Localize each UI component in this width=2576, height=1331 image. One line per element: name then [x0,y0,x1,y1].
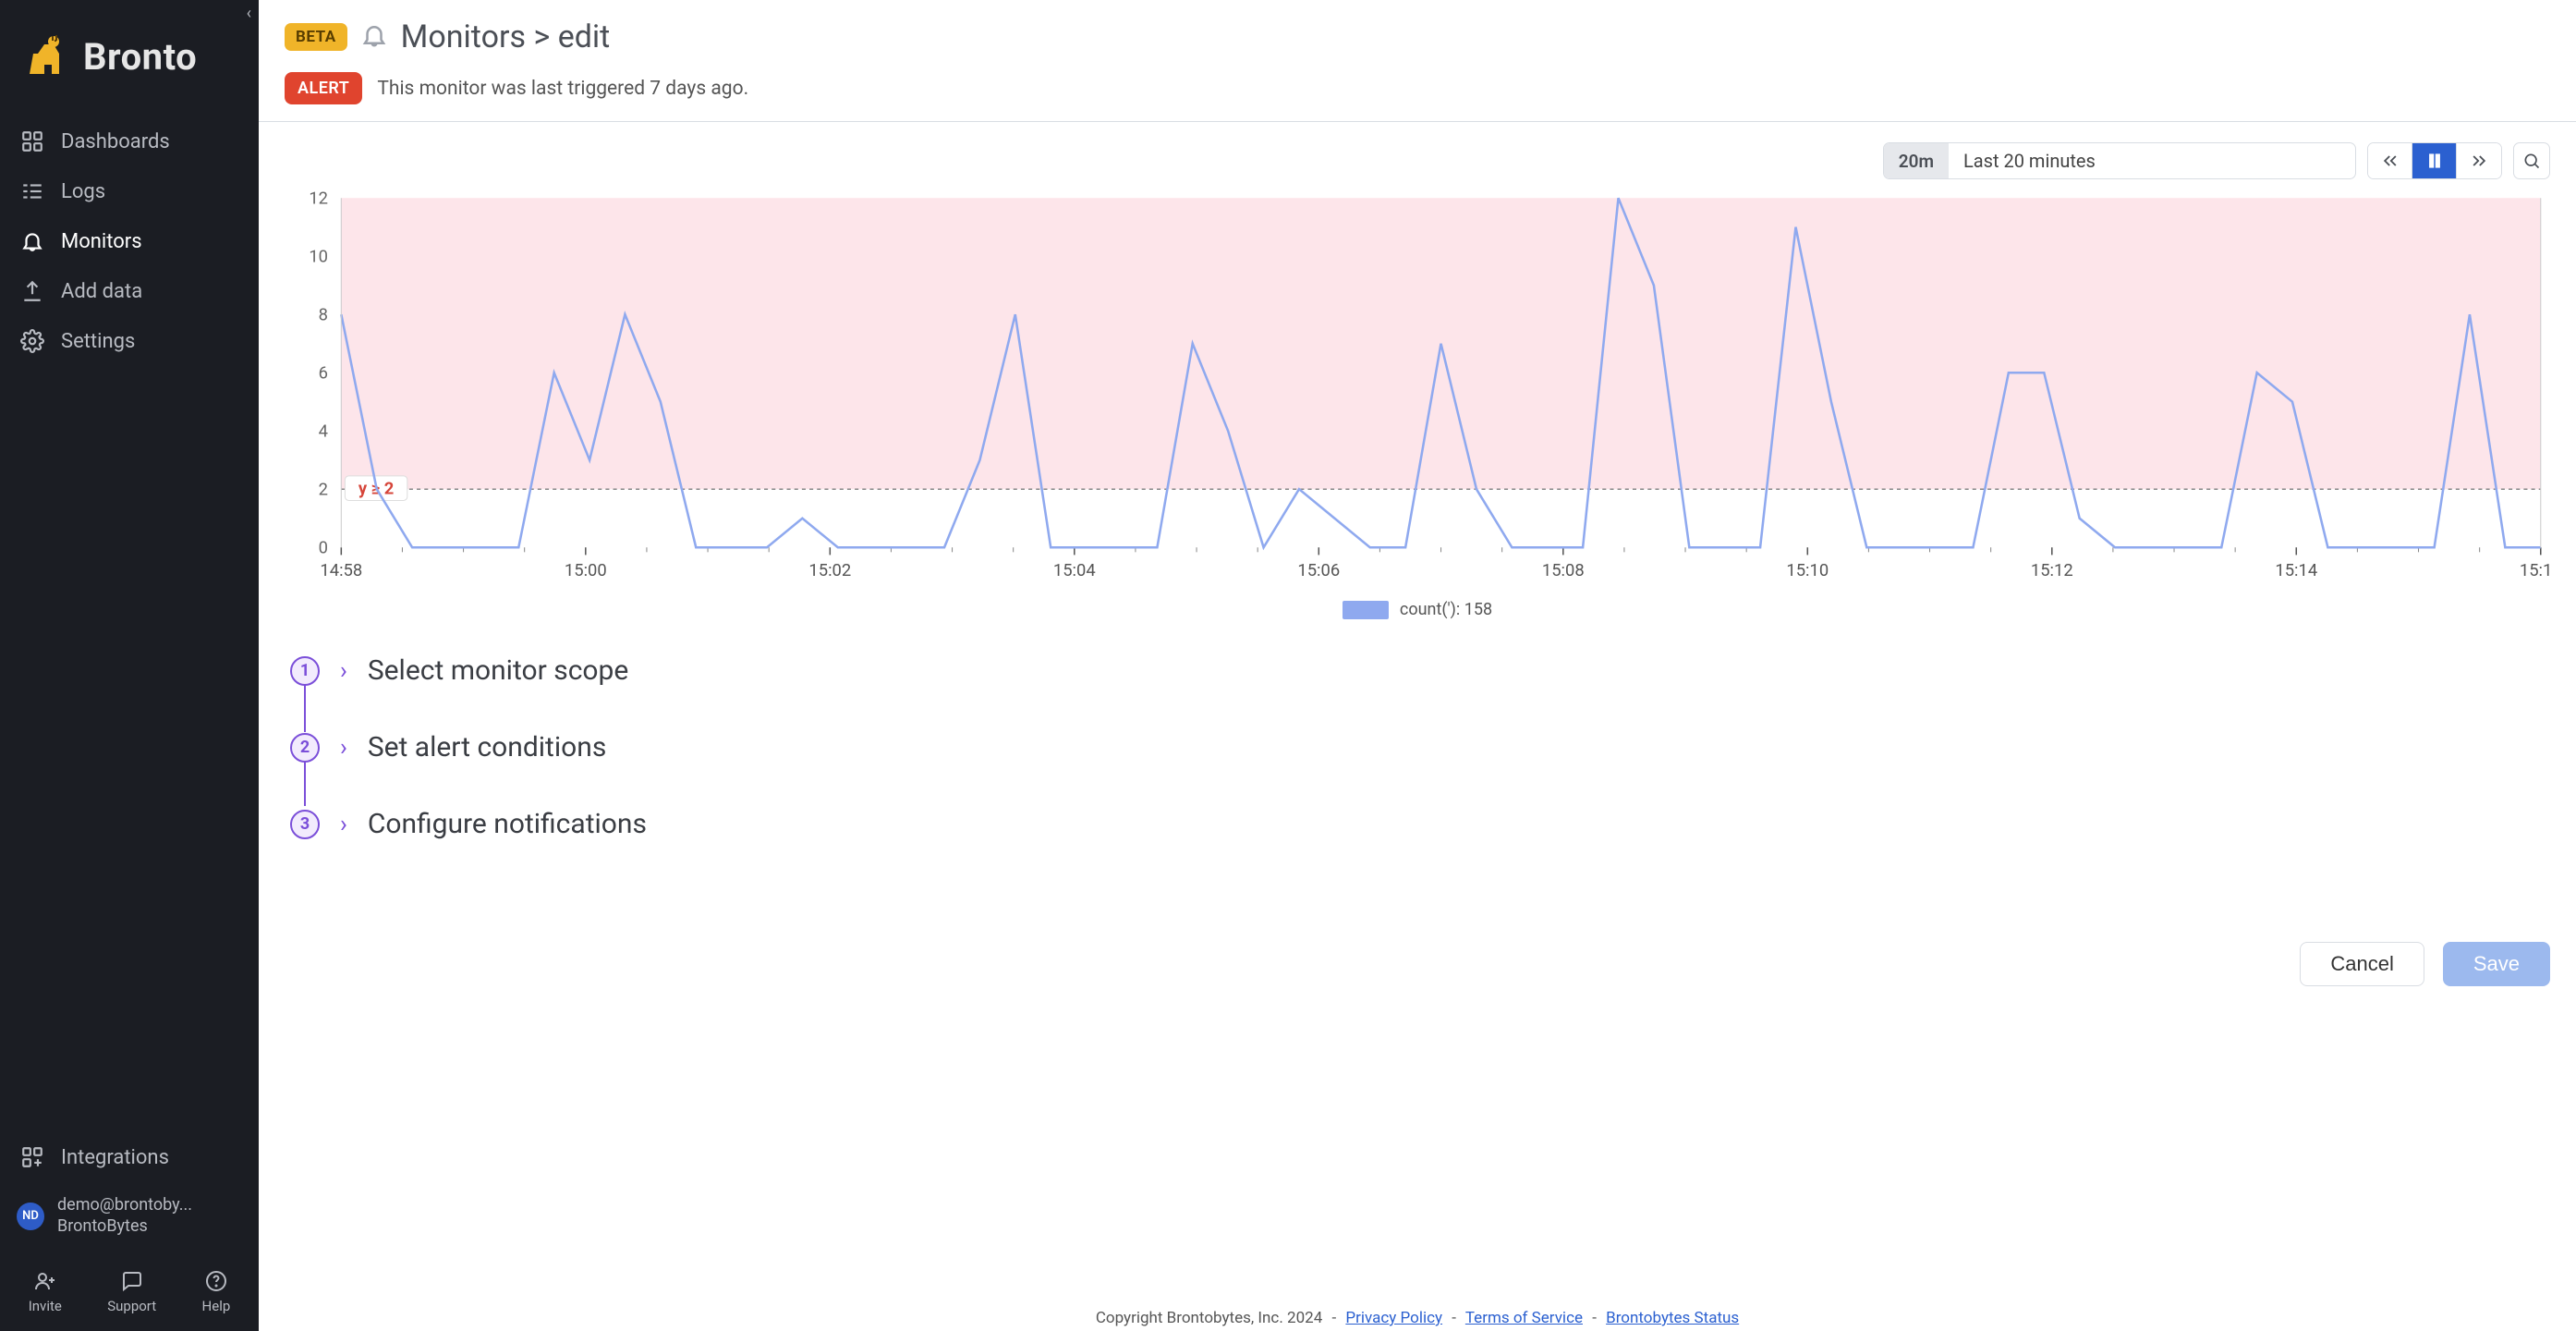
sidebar-item-integrations[interactable]: Integrations [0,1132,259,1182]
help-icon [205,1270,227,1292]
sidebar-footer: Invite Support Help [0,1257,259,1331]
brand-name: Bronto [83,35,197,79]
sidebar-item-label: Add data [61,280,142,303]
step-number: 2 [290,733,320,763]
svg-text:2: 2 [319,480,328,499]
breadcrumb: Monitors > edit [401,18,611,55]
sidebar-item-monitors[interactable]: Monitors [0,216,259,266]
svg-text:15:16: 15:16 [2520,561,2550,580]
step-title: Select monitor scope [368,654,628,687]
save-button[interactable]: Save [2443,942,2550,986]
svg-text:15:00: 15:00 [565,561,607,580]
svg-text:14:58: 14:58 [320,561,362,580]
svg-text:10: 10 [309,247,328,266]
upload-icon [20,279,44,303]
legend-swatch [1343,601,1389,619]
account-email: demo@brontoby... [57,1195,192,1216]
step-number: 3 [290,810,320,839]
sidebar-item-label: Integrations [61,1146,169,1169]
step-scope[interactable]: 1 › Select monitor scope [290,654,2550,687]
action-bar: Cancel Save [259,840,2576,1014]
step-number: 1 [290,656,320,686]
logs-icon [20,179,44,203]
step-title: Set alert conditions [368,731,607,763]
status-text: This monitor was last triggered 7 days a… [377,78,748,100]
svg-text:15:06: 15:06 [1297,561,1340,580]
sidebar-item-logs[interactable]: Logs [0,166,259,216]
time-bar: 20m Last 20 minutes [285,142,2550,179]
page-header: BETA Monitors > edit ALERT This monitor … [259,0,2576,121]
chevron-right-icon: › [340,812,347,836]
step-conditions[interactable]: 2 › Set alert conditions [290,731,2550,763]
sidebar: ‹ Bronto Dashboards Logs Monitors [0,0,259,1331]
sidebar-item-dashboards[interactable]: Dashboards [0,116,259,166]
chart-legend: count('): 158 [285,600,2550,619]
bell-icon [360,21,388,53]
sidebar-item-label: Dashboards [61,130,170,153]
svg-text:15:04: 15:04 [1053,561,1096,580]
time-back-button[interactable] [2368,143,2412,178]
chevron-right-icon: › [340,659,347,683]
grid-icon [20,129,44,153]
time-controls [2367,142,2502,179]
sidebar-item-label: Logs [61,180,105,203]
footer-support[interactable]: Support [107,1270,156,1314]
svg-text:15:10: 15:10 [1786,561,1829,580]
svg-text:15:14: 15:14 [2275,561,2317,580]
sidebar-collapse-icon[interactable]: ‹ [247,4,251,23]
footer-invite[interactable]: Invite [29,1270,62,1314]
sidebar-lower: Integrations ND demo@brontoby... BrontoB… [0,1125,259,1257]
invite-icon [34,1270,56,1292]
monitor-chart[interactable]: y ≥ 202468101214:5815:0015:0215:0415:061… [285,189,2550,594]
time-preset: 20m [1884,143,1949,178]
time-label: Last 20 minutes [1949,150,2355,172]
bell-icon [20,229,44,253]
sidebar-item-add-data[interactable]: Add data [0,266,259,316]
account-block[interactable]: ND demo@brontoby... BrontoBytes [0,1182,259,1250]
time-forward-button[interactable] [2457,143,2501,178]
breadcrumb-current: edit [558,18,611,55]
brand: Bronto [0,0,259,111]
step-title: Configure notifications [368,808,647,840]
sidebar-item-label: Monitors [61,230,142,253]
account-org: BrontoBytes [57,1216,192,1238]
footer-link-status[interactable]: Brontobytes Status [1606,1309,1739,1327]
chevron-right-icon: › [340,736,347,760]
sidebar-nav: Dashboards Logs Monitors Add data Settin… [0,111,259,372]
brand-logo-icon [24,33,70,79]
footer-help[interactable]: Help [202,1270,231,1314]
svg-text:15:08: 15:08 [1542,561,1585,580]
footer-link-privacy[interactable]: Privacy Policy [1345,1309,1442,1327]
cancel-button[interactable]: Cancel [2300,942,2424,986]
svg-text:4: 4 [319,421,328,441]
beta-badge: BETA [285,23,347,51]
svg-text:8: 8 [319,305,328,324]
alert-badge: ALERT [285,72,362,104]
time-range-picker[interactable]: 20m Last 20 minutes [1883,142,2356,179]
breadcrumb-parent[interactable]: Monitors [401,18,526,55]
svg-text:6: 6 [319,363,328,383]
legend-label: count('): 158 [1400,600,1492,619]
svg-text:12: 12 [309,189,328,208]
zoom-button[interactable] [2513,142,2550,179]
sidebar-item-settings[interactable]: Settings [0,316,259,366]
page-footer: Copyright Brontobytes, Inc. 2024 - Priva… [259,1298,2576,1331]
avatar: ND [17,1203,44,1230]
sidebar-item-label: Settings [61,330,135,353]
integrations-icon [20,1145,44,1169]
footer-link-terms[interactable]: Terms of Service [1465,1309,1583,1327]
chart-svg: y ≥ 202468101214:5815:0015:0215:0415:061… [285,189,2550,594]
main: BETA Monitors > edit ALERT This monitor … [259,0,2576,1331]
svg-text:0: 0 [319,538,328,557]
svg-text:15:12: 15:12 [2031,561,2073,580]
step-notifications[interactable]: 3 › Configure notifications [290,808,2550,840]
time-pause-button[interactable] [2412,143,2457,178]
chat-icon [121,1270,143,1292]
copyright: Copyright Brontobytes, Inc. 2024 [1096,1309,1322,1327]
gear-icon [20,329,44,353]
config-steps: 1 › Select monitor scope 2 › Set alert c… [290,654,2550,840]
svg-text:15:02: 15:02 [808,561,851,580]
